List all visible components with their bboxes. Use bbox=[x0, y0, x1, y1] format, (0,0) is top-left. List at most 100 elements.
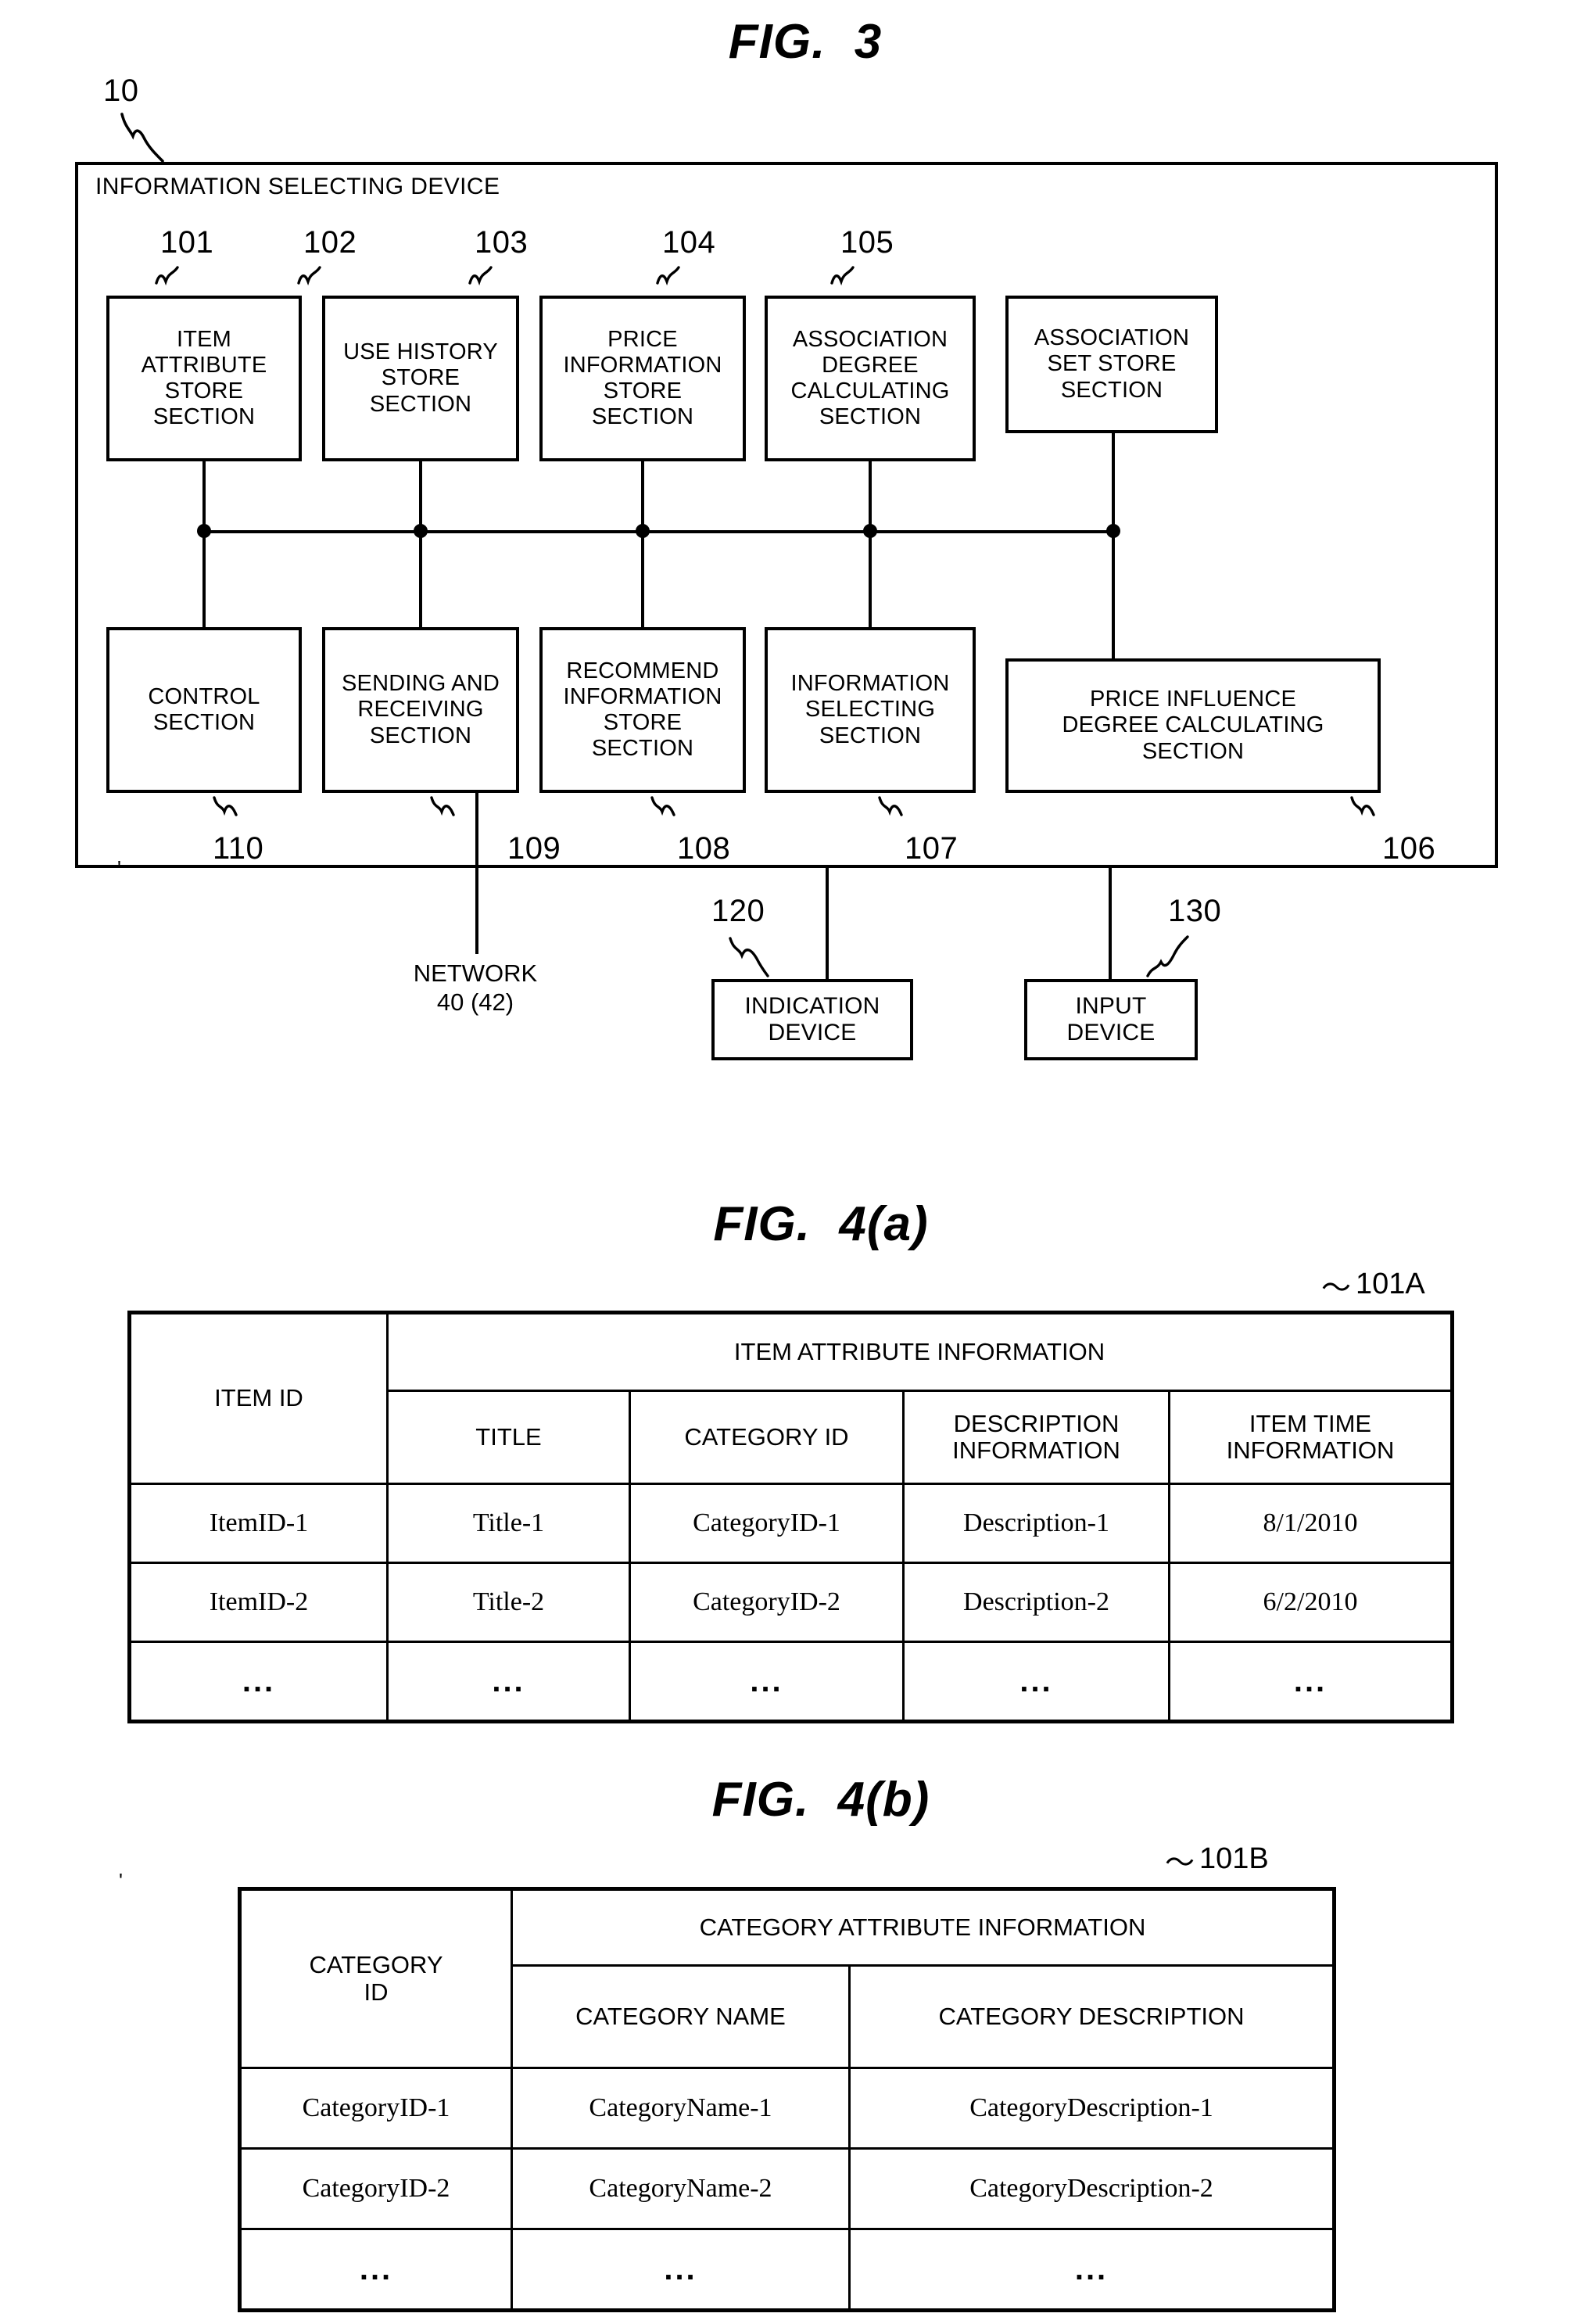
bus-junction-dot bbox=[197, 524, 211, 538]
link-104-bus bbox=[869, 460, 872, 532]
header-category-description: CATEGORY DESCRIPTION bbox=[847, 1964, 1336, 2069]
ref-103: 103 bbox=[475, 225, 529, 260]
link-bus-106 bbox=[1112, 530, 1115, 660]
header-category-name: CATEGORY NAME bbox=[511, 1964, 851, 2069]
network-label: NETWORK 40 (42) bbox=[413, 959, 538, 1017]
box-label: SENDING AND RECEIVING SECTION bbox=[341, 671, 500, 748]
box-label: ITEM ATTRIBUTE STORE SECTION bbox=[141, 326, 267, 430]
leader-109 bbox=[427, 794, 463, 832]
item-attribute-table: ITEM ID ITEM ATTRIBUTE INFORMATION TITLE… bbox=[127, 1311, 1454, 1723]
header-item-id: ITEM ID bbox=[128, 1311, 389, 1485]
box-price-influence-degree-calculating-section[interactable]: PRICE INFLUENCE DEGREE CALCULATING SECTI… bbox=[1005, 658, 1381, 793]
table-row-group-header: ITEM ID ITEM ATTRIBUTE INFORMATION bbox=[128, 1311, 1453, 1485]
link-102-bus bbox=[419, 460, 422, 532]
table-row: CategoryID-2 CategoryName-2 CategoryDesc… bbox=[238, 2147, 1336, 2230]
patent-figure-page: FIG. 3 10 INFORMATION SELECTING DEVICE 1… bbox=[0, 0, 1573, 2324]
cell-ellipsis: ... bbox=[238, 2228, 513, 2311]
ref-105: 105 bbox=[840, 225, 894, 260]
leader-101 bbox=[153, 263, 189, 300]
box-indication-device[interactable]: INDICATION DEVICE bbox=[711, 979, 913, 1060]
bus-junction-dot bbox=[636, 524, 650, 538]
ref-130: 130 bbox=[1168, 894, 1222, 928]
leader-108 bbox=[647, 794, 683, 832]
table-row: ItemID-1 Title-1 CategoryID-1 Descriptio… bbox=[128, 1483, 1453, 1564]
cell-category-description: CategoryDescription-2 bbox=[847, 2147, 1336, 2230]
box-information-selecting-section[interactable]: INFORMATION SELECTING SECTION bbox=[765, 627, 976, 793]
box-label: PRICE INFORMATION STORE SECTION bbox=[563, 326, 722, 430]
box-association-degree-calculating-section[interactable]: ASSOCIATION DEGREE CALCULATING SECTION bbox=[765, 296, 976, 461]
box-label: ASSOCIATION SET STORE SECTION bbox=[1034, 325, 1190, 403]
cell-item-time: 8/1/2010 bbox=[1168, 1483, 1453, 1564]
box-label: INFORMATION SELECTING SECTION bbox=[790, 671, 950, 748]
box-association-set-store-section[interactable]: ASSOCIATION SET STORE SECTION bbox=[1005, 296, 1218, 433]
cell-category-id: CategoryID-2 bbox=[629, 1562, 905, 1643]
cell-item-id: ItemID-1 bbox=[128, 1483, 389, 1564]
table-ref-label: 101A bbox=[1356, 1268, 1425, 1300]
internal-bus-line bbox=[202, 530, 1115, 533]
box-item-attribute-store-section[interactable]: ITEM ATTRIBUTE STORE SECTION bbox=[106, 296, 302, 461]
header-category-attribute-information: CATEGORY ATTRIBUTE INFORMATION bbox=[510, 1888, 1336, 1967]
bus-junction-dot bbox=[1106, 524, 1120, 538]
ref-107: 107 bbox=[905, 831, 958, 866]
box-price-information-store-section[interactable]: PRICE INFORMATION STORE SECTION bbox=[539, 296, 746, 461]
box-control-section[interactable]: CONTROL SECTION bbox=[106, 627, 302, 793]
box-label: USE HISTORY STORE SECTION bbox=[343, 339, 498, 417]
cell-ellipsis: ... bbox=[847, 2228, 1336, 2311]
ref-108: 108 bbox=[677, 831, 731, 866]
page-mark: ' bbox=[117, 856, 121, 880]
ref-101: 101 bbox=[160, 225, 214, 260]
link-108-indication-device bbox=[826, 866, 829, 981]
bus-junction-dot bbox=[863, 524, 877, 538]
box-sending-and-receiving-section[interactable]: SENDING AND RECEIVING SECTION bbox=[322, 627, 519, 793]
leader-130 bbox=[1145, 932, 1191, 981]
fig4b-title: FIG. 4(b) bbox=[711, 1773, 930, 1827]
device-title: INFORMATION SELECTING DEVICE bbox=[95, 174, 500, 199]
page-mark: ' bbox=[119, 1869, 123, 1892]
table-row-ellipsis: ... ... ... bbox=[238, 2228, 1336, 2311]
box-label: RECOMMEND INFORMATION STORE SECTION bbox=[563, 658, 722, 762]
leader-102 bbox=[296, 263, 331, 300]
cell-ellipsis: ... bbox=[629, 1641, 905, 1723]
ref-106: 106 bbox=[1382, 831, 1436, 866]
box-use-history-store-section[interactable]: USE HISTORY STORE SECTION bbox=[322, 296, 519, 461]
link-bus-108 bbox=[641, 530, 644, 629]
cell-ellipsis: ... bbox=[902, 1641, 1170, 1723]
box-recommend-information-store-section[interactable]: RECOMMEND INFORMATION STORE SECTION bbox=[539, 627, 746, 793]
ref-109: 109 bbox=[507, 831, 561, 866]
table-row: ItemID-2 Title-2 CategoryID-2 Descriptio… bbox=[128, 1562, 1453, 1643]
table-ref-101A: 〜 101A bbox=[1321, 1268, 1425, 1305]
leader-105 bbox=[829, 263, 865, 300]
fig3-title: FIG. 3 bbox=[728, 15, 883, 69]
link-107-input-device bbox=[1109, 866, 1112, 981]
cell-category-name: CategoryName-2 bbox=[511, 2147, 851, 2230]
box-label: CONTROL SECTION bbox=[148, 683, 260, 735]
header-title: TITLE bbox=[386, 1390, 631, 1485]
ref-120: 120 bbox=[711, 894, 765, 928]
box-input-device[interactable]: INPUT DEVICE bbox=[1024, 979, 1198, 1060]
header-category-id: CATEGORY ID bbox=[238, 1888, 513, 2069]
ref-110: 110 bbox=[213, 831, 264, 866]
cell-ellipsis: ... bbox=[386, 1641, 631, 1723]
table-ref-101B: 〜 101B bbox=[1165, 1842, 1269, 1880]
header-item-time-information: ITEM TIME INFORMATION bbox=[1168, 1390, 1453, 1485]
ref-10: 10 bbox=[103, 74, 139, 108]
leader-110 bbox=[210, 794, 245, 832]
table-row: CategoryID-1 CategoryName-1 CategoryDesc… bbox=[238, 2067, 1336, 2150]
link-bus-110 bbox=[202, 530, 206, 629]
link-101-bus bbox=[202, 460, 206, 532]
cell-title: Title-2 bbox=[386, 1562, 631, 1643]
link-103-bus bbox=[641, 460, 644, 532]
cell-category-name: CategoryName-1 bbox=[511, 2067, 851, 2150]
link-bus-107 bbox=[869, 530, 872, 629]
category-attribute-table: CATEGORY ID CATEGORY ATTRIBUTE INFORMATI… bbox=[238, 1887, 1337, 2312]
cell-ellipsis: ... bbox=[511, 2228, 851, 2311]
ref-102: 102 bbox=[303, 225, 357, 260]
cell-title: Title-1 bbox=[386, 1483, 631, 1564]
cell-description: Description-1 bbox=[902, 1483, 1170, 1564]
ref-104: 104 bbox=[662, 225, 716, 260]
bus-junction-dot bbox=[414, 524, 428, 538]
cell-ellipsis: ... bbox=[1168, 1641, 1453, 1723]
header-item-attribute-information: ITEM ATTRIBUTE INFORMATION bbox=[386, 1311, 1453, 1392]
cell-description: Description-2 bbox=[902, 1562, 1170, 1643]
leader-104 bbox=[654, 263, 690, 300]
